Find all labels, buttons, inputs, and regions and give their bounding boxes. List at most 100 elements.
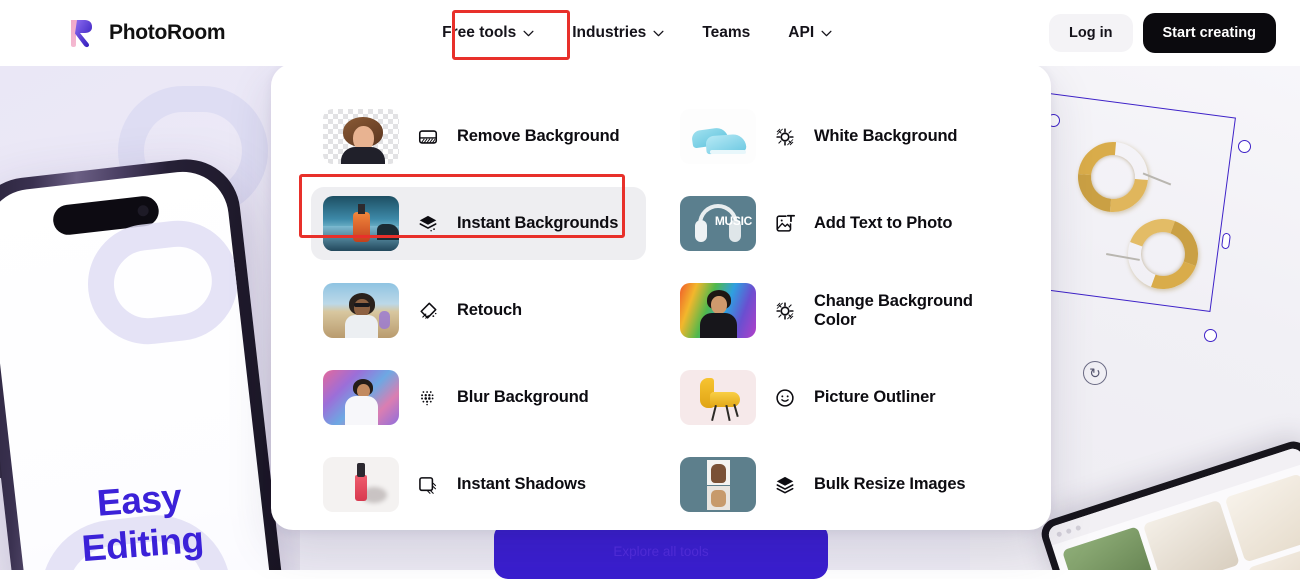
menu-label-white-background: White Background	[814, 127, 958, 145]
chevron-down-icon	[821, 30, 832, 36]
header-actions: Log in Start creating	[1049, 13, 1276, 53]
hatched-circle-icon	[776, 127, 794, 146]
phone-screen: Easy Editing	[0, 166, 287, 570]
thumb-person-top	[711, 464, 726, 483]
nav-item-teams[interactable]: Teams	[686, 15, 766, 51]
phone-caption: Easy Editing	[16, 469, 266, 570]
menu-label-blur-background: Blur Background	[457, 388, 589, 406]
tablet-dot	[1065, 527, 1072, 534]
menu-item-instant-backgrounds[interactable]: Instant Backgrounds	[311, 187, 646, 260]
eraser-icon	[420, 302, 437, 319]
nav-label-industries: Industries	[572, 24, 647, 41]
selection-handle-bottom-right[interactable]	[1204, 329, 1217, 342]
explore-all-tools-row: Explore all tools	[311, 543, 1011, 561]
thumb-object	[379, 311, 390, 329]
menu-label-picture-outliner: Picture Outliner	[814, 388, 936, 406]
free-tools-dropdown: Remove Background Instant Backgrounds Re…	[271, 64, 1051, 559]
menu-label-retouch: Retouch	[457, 301, 522, 319]
log-in-button[interactable]: Log in	[1049, 14, 1133, 52]
menu-item-add-text-to-photo[interactable]: MUSIC Add Text to Photo	[668, 187, 1003, 260]
tablet-dot	[1074, 524, 1082, 531]
dropdown-left-column: Remove Background Instant Backgrounds Re…	[311, 100, 646, 521]
brand-logo[interactable]: PhotoRoom	[64, 16, 226, 50]
thumbnail-remove-background	[323, 109, 399, 164]
smiley-icon	[776, 388, 794, 407]
chevron-down-icon	[653, 30, 664, 36]
thumb-music-text: MUSIC	[714, 214, 752, 228]
menu-label-instant-backgrounds: Instant Backgrounds	[457, 214, 619, 232]
menu-item-white-background[interactable]: White Background	[668, 100, 1003, 173]
nav-label-teams: Teams	[702, 24, 751, 41]
phone-volume-down-button	[0, 434, 2, 479]
image-text-icon	[776, 214, 796, 232]
brand-name: PhotoRoom	[109, 21, 226, 44]
menu-item-change-background-color[interactable]: Change Background Color	[668, 274, 1003, 347]
layers-icon	[776, 476, 794, 493]
main-nav: Free tools Industries Teams API	[426, 15, 848, 51]
thumb-sole	[710, 150, 746, 154]
photoroom-r-logo-icon	[64, 16, 98, 50]
remove-background-icon	[418, 129, 438, 144]
thumbnail-add-text-to-photo: MUSIC	[680, 196, 756, 251]
thumbnail-blur-background	[323, 370, 399, 425]
thumb-face	[711, 296, 727, 314]
thumb-bottle	[353, 212, 370, 242]
menu-item-blur-background[interactable]: Blur Background	[311, 361, 646, 434]
nav-label-api: API	[788, 24, 815, 41]
thumbnail-change-background-color	[680, 283, 756, 338]
hero-left-panel: Easy Editing	[0, 66, 300, 570]
thumb-bottle-cap	[358, 204, 365, 214]
thumb-shirt	[345, 315, 378, 338]
nav-item-api[interactable]: API	[772, 15, 848, 51]
menu-item-bulk-resize-images[interactable]: Bulk Resize Images	[668, 448, 1003, 521]
thumb-person-bottom	[711, 490, 726, 507]
thumb-bottle	[355, 475, 367, 501]
menu-label-remove-background: Remove Background	[457, 127, 620, 145]
thumb-chair-leg	[733, 403, 739, 418]
shadow-square-icon	[419, 476, 437, 494]
layers-icon	[419, 215, 437, 232]
site-header: PhotoRoom Free tools Industries Teams AP…	[0, 0, 1300, 66]
nav-item-free-tools[interactable]: Free tools	[426, 15, 550, 51]
start-creating-button[interactable]: Start creating	[1142, 13, 1276, 53]
tablet-dot	[1055, 530, 1063, 537]
phone-body: Easy Editing	[0, 153, 298, 570]
menu-item-retouch[interactable]: Retouch	[311, 274, 646, 347]
menu-item-remove-background[interactable]: Remove Background	[311, 100, 646, 173]
thumb-body	[341, 147, 385, 164]
explore-all-tools-link[interactable]: Explore all tools	[613, 544, 708, 559]
thumbnail-retouch	[323, 283, 399, 338]
thumb-sunglasses	[354, 303, 370, 307]
thumb-bottle-cap	[357, 463, 365, 477]
thumb-rock	[377, 224, 399, 240]
menu-item-instant-shadows[interactable]: Instant Shadows	[311, 448, 646, 521]
menu-label-change-background-color: Change Background Color	[814, 291, 973, 329]
phone-mockup: Easy Editing	[0, 151, 300, 570]
screen-swirl-top	[81, 214, 245, 351]
selection-handle-top-right[interactable]	[1238, 140, 1251, 153]
tablet-mockup	[1037, 437, 1300, 570]
thumbnail-bulk-resize-images	[680, 457, 756, 512]
menu-label-instant-shadows: Instant Shadows	[457, 475, 586, 493]
hatched-circle-icon	[776, 301, 794, 320]
thumbnail-white-background	[680, 109, 756, 164]
thumbnail-instant-backgrounds	[323, 196, 399, 251]
menu-label-bulk-resize-images: Bulk Resize Images	[814, 475, 966, 493]
nav-item-industries[interactable]: Industries	[556, 15, 680, 51]
thumb-shirt	[345, 396, 378, 425]
blur-dots-icon	[421, 390, 434, 405]
dropdown-columns: Remove Background Instant Backgrounds Re…	[311, 100, 1011, 521]
menu-label-add-text-to-photo: Add Text to Photo	[814, 214, 953, 232]
nav-label-free-tools: Free tools	[442, 24, 517, 41]
chevron-down-icon	[523, 30, 534, 36]
tablet-screen	[1046, 446, 1300, 570]
menu-item-picture-outliner[interactable]: Picture Outliner	[668, 361, 1003, 434]
thumbnail-picture-outliner	[680, 370, 756, 425]
tablet-thumb	[1224, 473, 1300, 563]
tablet-thumb	[1143, 499, 1240, 570]
thumbnail-instant-shadows	[323, 457, 399, 512]
thumb-shirt	[700, 313, 737, 338]
selection-handle-right-mid[interactable]	[1220, 232, 1232, 250]
rotate-icon[interactable]: ↻	[1083, 361, 1107, 385]
thumb-earcup-left	[695, 220, 707, 242]
